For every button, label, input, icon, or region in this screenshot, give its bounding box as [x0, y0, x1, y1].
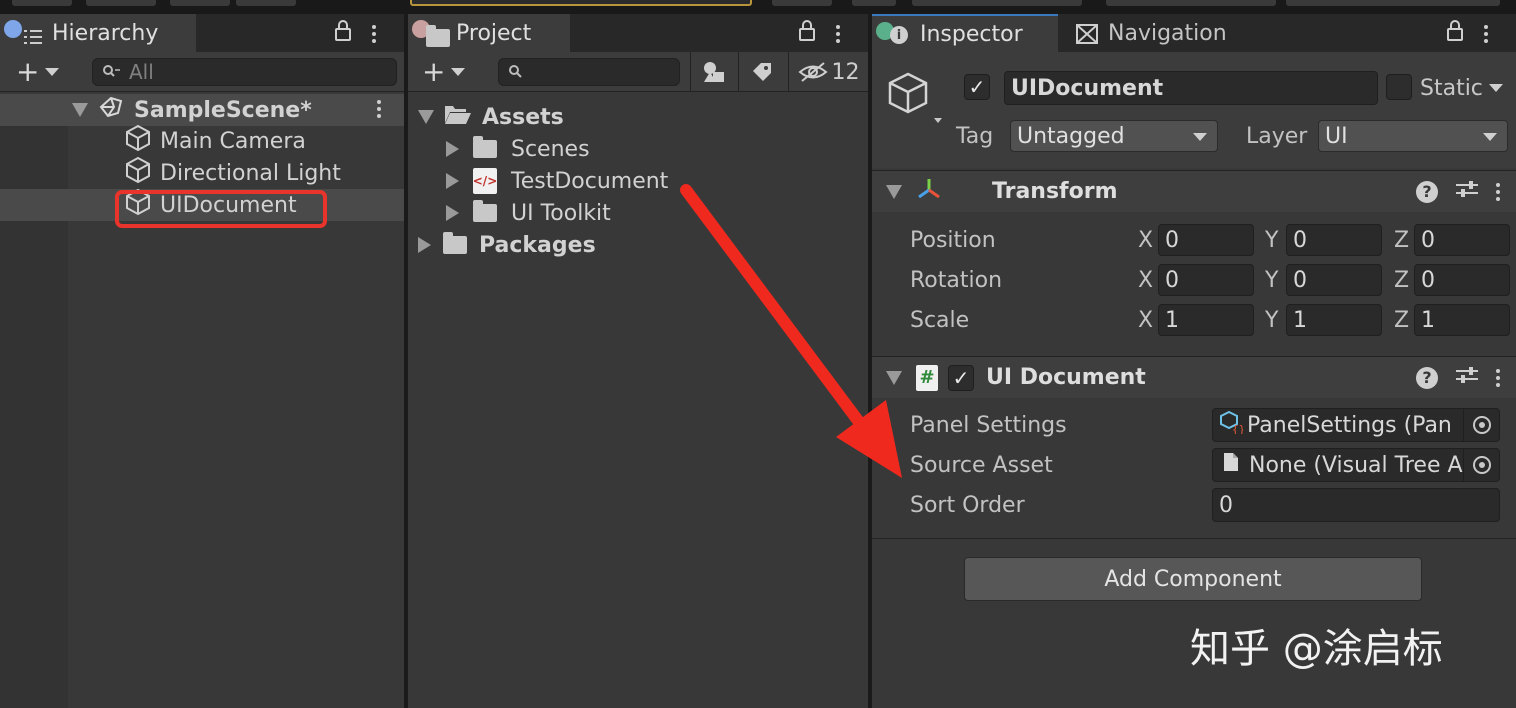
- watermark: 知乎 @涂启标: [1190, 616, 1443, 674]
- watermark-text: 知乎 @涂启标: [1190, 626, 1443, 672]
- annotation-arrow: [0, 0, 1516, 708]
